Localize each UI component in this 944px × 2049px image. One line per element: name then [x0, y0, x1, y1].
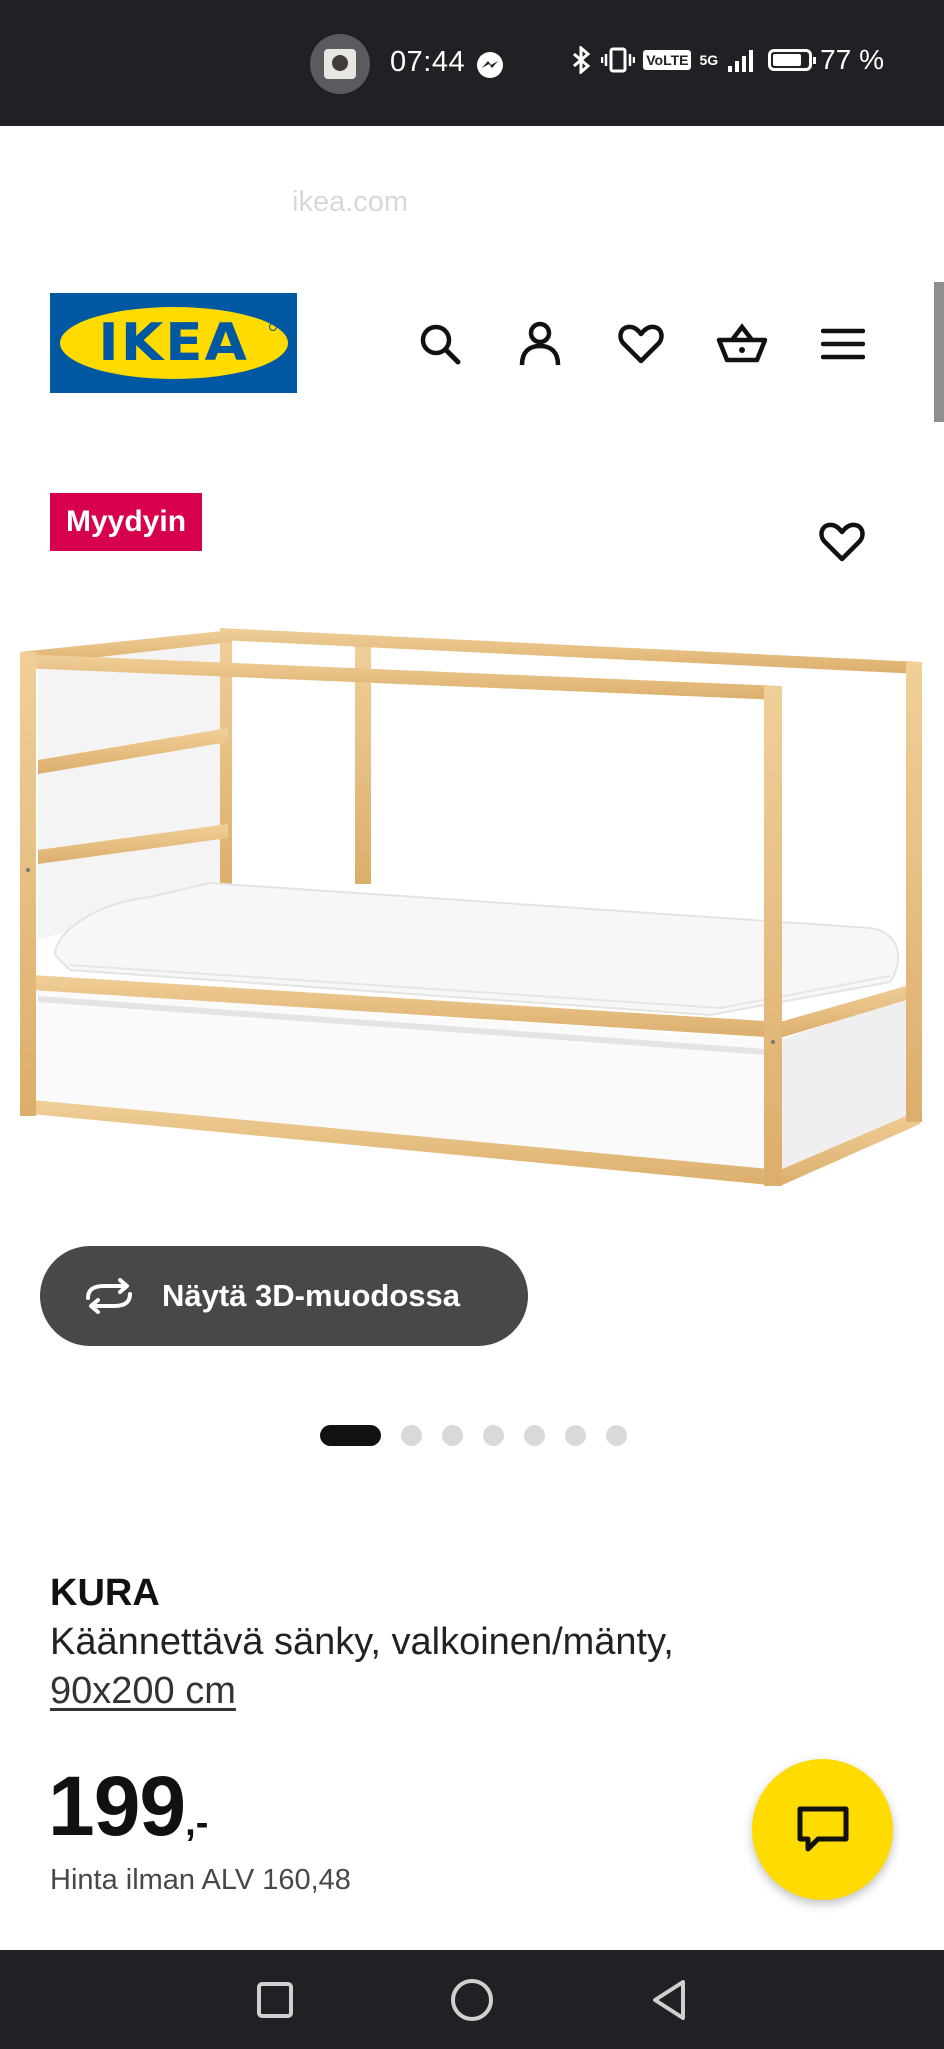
product-price: 199 ,-	[48, 1758, 208, 1855]
basket-button[interactable]	[712, 314, 772, 374]
messenger-icon	[477, 52, 503, 78]
bookmark-icon	[724, 147, 760, 196]
page-title[interactable]: KURA kään...	[292, 126, 520, 169]
more-options-button[interactable]	[831, 140, 895, 204]
account-button[interactable]	[510, 314, 570, 374]
volte-badge: VoLTE	[643, 50, 692, 70]
product-size-link[interactable]: 90x200 cm	[50, 1670, 236, 1713]
ikea-logo[interactable]: IKEA	[50, 293, 297, 393]
menu-button[interactable]	[813, 314, 873, 374]
minimize-tab-button[interactable]	[170, 140, 234, 204]
view-3d-label: Näytä 3D-muodossa	[162, 1278, 461, 1313]
vibrate-icon	[601, 47, 636, 73]
rotate-3d-icon	[86, 1278, 132, 1314]
close-tab-button[interactable]	[48, 140, 112, 204]
home-button[interactable]	[444, 1972, 500, 2028]
carousel-dot[interactable]	[401, 1425, 422, 1446]
logo-text: IKEA	[98, 313, 249, 373]
share-button[interactable]	[590, 140, 654, 204]
chat-button[interactable]	[752, 1759, 893, 1900]
carousel-dot[interactable]	[606, 1425, 627, 1446]
product-image[interactable]	[10, 610, 934, 1230]
bestseller-badge: Myydyin	[50, 493, 203, 551]
basket-icon	[716, 323, 768, 363]
registered-mark	[269, 323, 277, 331]
search-button[interactable]	[410, 314, 470, 374]
network-type: 5G	[699, 52, 719, 68]
heart-icon	[618, 324, 664, 364]
status-time: 07:44	[390, 46, 466, 78]
status-bar: 07:44 VoLTE 5G 77 %	[0, 0, 944, 126]
notification-avatar-icon	[310, 34, 370, 94]
battery-icon	[768, 49, 817, 71]
bluetooth-icon	[573, 46, 591, 74]
back-triangle-icon	[653, 1980, 685, 2020]
account-icon	[519, 321, 561, 366]
carousel-dot[interactable]	[524, 1425, 545, 1446]
logo-oval: IKEA	[59, 307, 288, 379]
page-scrollbar[interactable]	[934, 282, 944, 422]
more-vert-icon	[857, 149, 869, 195]
price-excluding-vat: Hinta ilman ALV 160,48	[50, 1864, 351, 1896]
recents-button[interactable]	[247, 1972, 303, 2028]
product-description: Käännettävä sänky, valkoinen/mänty,	[50, 1621, 674, 1663]
product-name: KURA	[50, 1572, 160, 1614]
add-to-favourites-button[interactable]	[812, 512, 872, 572]
share-icon	[599, 145, 645, 199]
battery-level: 77 %	[820, 44, 884, 75]
back-button[interactable]	[641, 1972, 697, 2028]
signal-icon	[728, 50, 754, 72]
chevron-down-icon	[179, 160, 225, 184]
carousel-dot[interactable]	[565, 1425, 586, 1446]
bookmark-button[interactable]	[710, 140, 774, 204]
carousel-dot[interactable]	[483, 1425, 504, 1446]
carousel-dot[interactable]	[442, 1425, 463, 1446]
menu-icon	[821, 328, 865, 360]
system-navigation-bar	[0, 1950, 944, 2049]
price-decimal: ,-	[185, 1802, 209, 1844]
square-icon	[257, 1982, 293, 2018]
price-integer: 199	[48, 1759, 186, 1853]
close-icon	[63, 155, 97, 189]
image-carousel-indicator[interactable]	[320, 1425, 627, 1446]
carousel-dot-active[interactable]	[320, 1425, 381, 1446]
status-indicators: VoLTE 5G 77 %	[571, 44, 884, 76]
chat-icon	[797, 1806, 848, 1851]
circle-icon	[451, 1979, 493, 2021]
favourites-button[interactable]	[611, 314, 671, 374]
page-url[interactable]: ikea.com	[292, 186, 408, 219]
view-3d-button[interactable]: Näytä 3D-muodossa	[40, 1246, 528, 1346]
search-icon	[420, 324, 461, 365]
heart-icon	[819, 522, 865, 562]
